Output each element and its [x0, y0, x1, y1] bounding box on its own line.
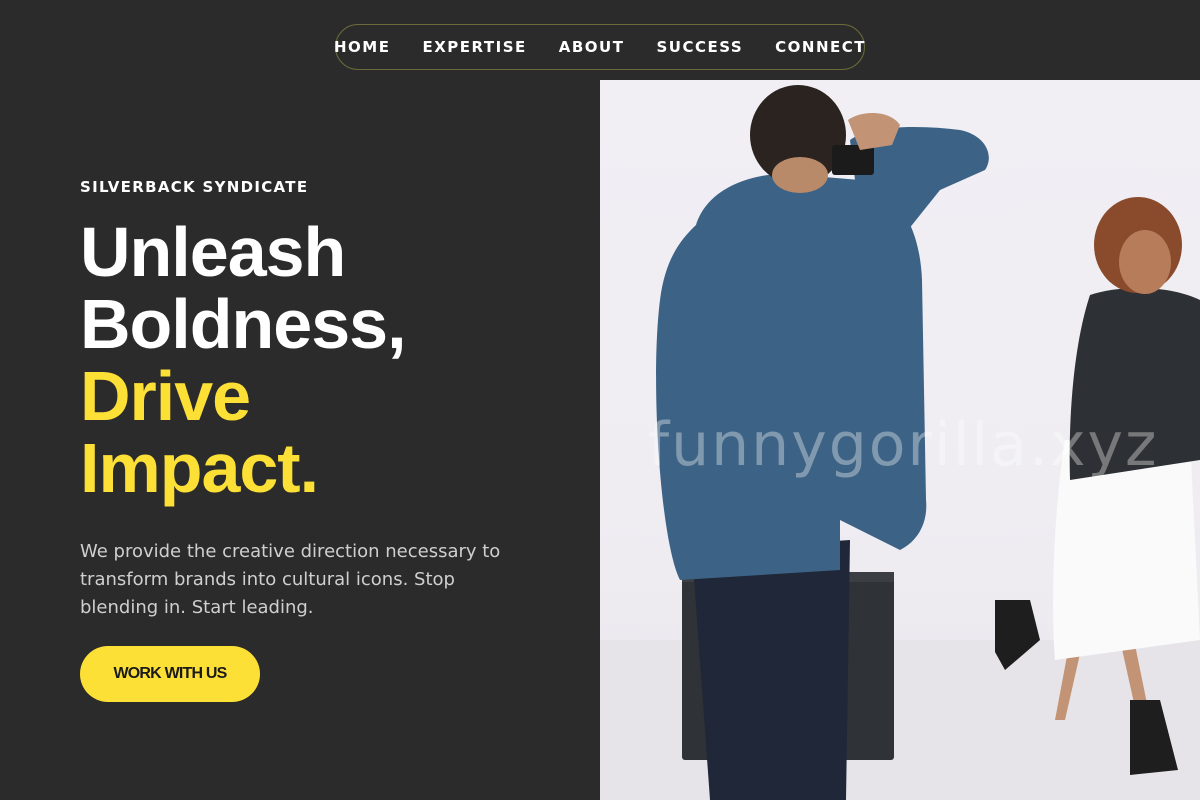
hero-headline: Unleash Boldness, Drive Impact.	[80, 216, 560, 504]
headline-line-3: Drive	[80, 357, 251, 435]
nav-home-link[interactable]: HOME	[334, 38, 390, 56]
headline-line-1: Unleash	[80, 213, 346, 291]
hero-description: We provide the creative direction necess…	[80, 541, 501, 618]
headline-line-2: Boldness,	[80, 285, 407, 363]
nav-success-link[interactable]: SUCCESS	[656, 38, 743, 56]
page: HOME EXPERTISE ABOUT SUCCESS CONNECT SIL…	[0, 0, 1200, 800]
hero-photo: funnygorilla.xyz	[600, 80, 1200, 800]
nav-connect-link[interactable]: CONNECT	[775, 38, 866, 56]
top-navigation: HOME EXPERTISE ABOUT SUCCESS CONNECT	[334, 24, 866, 70]
nav-about-link[interactable]: ABOUT	[559, 38, 625, 56]
watermark-text: funnygorilla.xyz	[648, 410, 1159, 480]
nav-expertise-link[interactable]: EXPERTISE	[422, 38, 526, 56]
headline-line-4: Impact.	[80, 429, 319, 507]
work-with-us-button[interactable]: WORK WITH US	[80, 646, 260, 702]
hero-section: SILVERBACK SYNDICATE Unleash Boldness, D…	[80, 178, 560, 622]
brand-eyebrow: SILVERBACK SYNDICATE	[80, 178, 309, 196]
